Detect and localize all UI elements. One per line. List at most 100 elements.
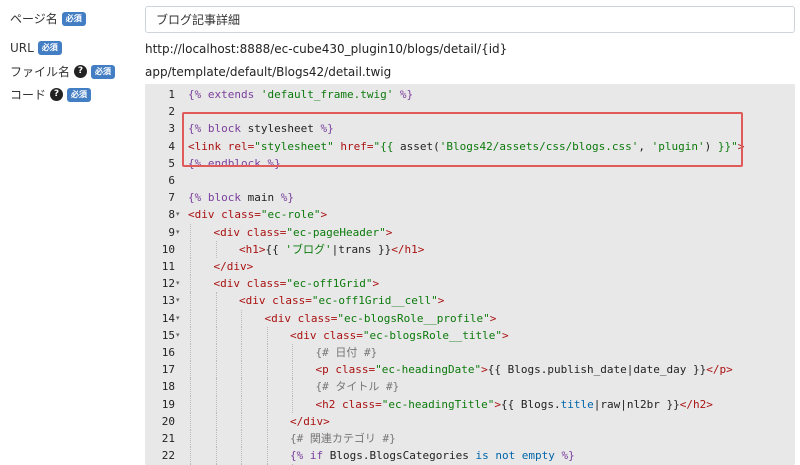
indent-guide <box>190 223 191 241</box>
code-line[interactable]: {# 日付 #} <box>316 344 796 361</box>
line-number: 16 <box>161 346 175 359</box>
url-label-text: URL <box>10 41 34 55</box>
code-token: class= <box>221 208 261 222</box>
code-token: </h1> <box>391 242 425 256</box>
code-line[interactable]: <p class="ec-headingDate">{{ Blogs.publi… <box>316 361 796 378</box>
code-line[interactable]: {% block main %} <box>188 189 795 206</box>
url-label: URL 必須 <box>10 41 62 55</box>
indent-guide <box>241 361 242 379</box>
line-number-gutter: 1 2 3 4 5 6 7 8 ▾ 9 ▾ 10 11 12 ▾ 13 ▾ 14 ▾ 15 ▾ 16 17 18 19 20 21 2… <box>145 84 185 465</box>
code-token: "ec-role" <box>260 208 321 222</box>
indent-guide <box>266 344 268 362</box>
code-line[interactable]: <div class="ec-blogsRole__title"> <box>290 327 795 344</box>
fold-toggle-icon[interactable]: ▾ <box>176 310 180 327</box>
page-name-input[interactable] <box>145 6 795 33</box>
code-line[interactable]: <div class="ec-blogsRole__profile"> <box>265 310 796 327</box>
code-line[interactable]: {% block stylesheet %} <box>188 120 795 137</box>
indent-guide <box>215 395 217 413</box>
line-number: 4 <box>168 139 175 153</box>
indent-guide <box>190 361 191 379</box>
code-token: %} <box>393 88 414 101</box>
indent-guide <box>241 447 242 465</box>
indent-guide <box>190 412 191 430</box>
code-line[interactable]: <link rel="stylesheet" href="{{ asset('B… <box>188 138 795 155</box>
file-name-label-text: ファイル名 <box>10 65 71 79</box>
code-token: "ec-pageHeader" <box>286 225 386 239</box>
code-line[interactable]: <div class="ec-role"> <box>188 206 795 223</box>
line-number: 8 <box>168 208 175 222</box>
indent-guide <box>241 326 242 344</box>
indent-guide <box>266 326 268 344</box>
code-token: </p> <box>706 363 733 377</box>
code-token: {# タイトル #} <box>315 380 400 394</box>
indent-guide <box>292 361 293 379</box>
code-token: <div <box>213 277 247 291</box>
fold-toggle-icon[interactable]: ▾ <box>176 292 180 309</box>
required-badge: 必須 <box>61 11 86 26</box>
fold-toggle-icon[interactable]: ▾ <box>176 327 180 344</box>
code-line[interactable]: <div class="ec-off1Grid"> <box>214 275 796 292</box>
line-number: 6 <box>168 174 175 187</box>
code-line[interactable]: {# タイトル #} <box>316 378 796 395</box>
code-token: "ec-headingDate" <box>375 363 482 377</box>
code-token: class= <box>335 363 376 377</box>
code-token: asset( <box>399 139 440 153</box>
code-token: rel= <box>227 139 255 153</box>
indent-guide <box>266 447 268 465</box>
code-line[interactable] <box>188 172 795 189</box>
indent-guide <box>215 344 217 362</box>
code-editor[interactable]: 1 2 3 4 5 6 7 8 ▾ 9 ▾ 10 11 12 ▾ 13 ▾ 14 ▾ 15 ▾ 16 17 18 19 20 21 2… <box>145 84 795 465</box>
fold-toggle-icon[interactable]: ▾ <box>176 275 180 292</box>
code-token: "{{ <box>373 139 400 153</box>
indent-guide <box>215 430 217 448</box>
code-token: %} <box>313 122 334 136</box>
code-line[interactable]: {% endblock %} <box>188 155 795 172</box>
fold-toggle-icon[interactable]: ▾ <box>176 224 180 241</box>
line-number: 22 <box>161 449 175 463</box>
code-token: {{ <box>265 242 286 256</box>
code-token: class= <box>323 328 363 342</box>
help-icon[interactable]: ? <box>74 65 88 78</box>
indent-guide <box>190 326 191 344</box>
code-line[interactable] <box>188 103 795 120</box>
code-token: > <box>737 139 745 153</box>
code-token: > <box>437 294 445 308</box>
code-line[interactable]: <div class="ec-pageHeader"> <box>214 224 796 241</box>
code-line[interactable]: {% if Blogs.BlogsCategories is not empty… <box>290 447 795 464</box>
indent-guide <box>241 378 242 396</box>
line-number: 9 <box>168 225 175 239</box>
line-number: 2 <box>168 105 175 119</box>
line-number: 12 <box>161 277 175 291</box>
fold-toggle-icon[interactable]: ▾ <box>176 206 180 223</box>
indent-guide <box>292 344 293 362</box>
indent-guide <box>266 361 268 379</box>
code-token: %} <box>274 191 294 205</box>
code-area[interactable]: {% extends 'default_frame.twig' %} {% blo… <box>185 84 795 465</box>
indent-guide <box>266 430 268 448</box>
required-badge: 必須 <box>91 64 116 79</box>
code-token: <div <box>188 208 222 222</box>
help-icon[interactable]: ? <box>50 88 64 101</box>
code-token: <div <box>239 294 273 308</box>
indent-guide <box>190 275 191 293</box>
indent-guide <box>241 309 242 327</box>
code-token: {# 関連カテゴリ #} <box>290 432 396 445</box>
code-token: {% endblock %} <box>188 156 281 170</box>
url-value: http://localhost:8888/ec-cube430_plugin1… <box>145 42 508 56</box>
code-token: class= <box>246 225 287 239</box>
code-token: > <box>494 397 501 411</box>
code-line[interactable]: <h2 class="ec-headingTitle">{{ Blogs.tit… <box>316 396 796 413</box>
code-line[interactable]: <h1>{{ 'ブログ'|trans }}</h1> <box>239 241 795 258</box>
code-token: > <box>489 311 497 325</box>
code-line[interactable]: {% extends 'default_frame.twig' %} <box>188 86 795 103</box>
indent-guide <box>215 447 217 465</box>
code-line[interactable]: </div> <box>214 258 796 275</box>
code-token: <div <box>213 225 247 239</box>
code-line[interactable]: <div class="ec-off1Grid__cell"> <box>239 292 795 309</box>
code-line[interactable]: </div> <box>290 413 795 430</box>
code-line[interactable]: {# 関連カテゴリ #} <box>290 430 795 447</box>
indent-guide <box>215 326 217 344</box>
page-name-label-text: ページ名 <box>10 12 58 26</box>
indent-guide <box>241 430 242 448</box>
line-number: 5 <box>168 156 175 170</box>
